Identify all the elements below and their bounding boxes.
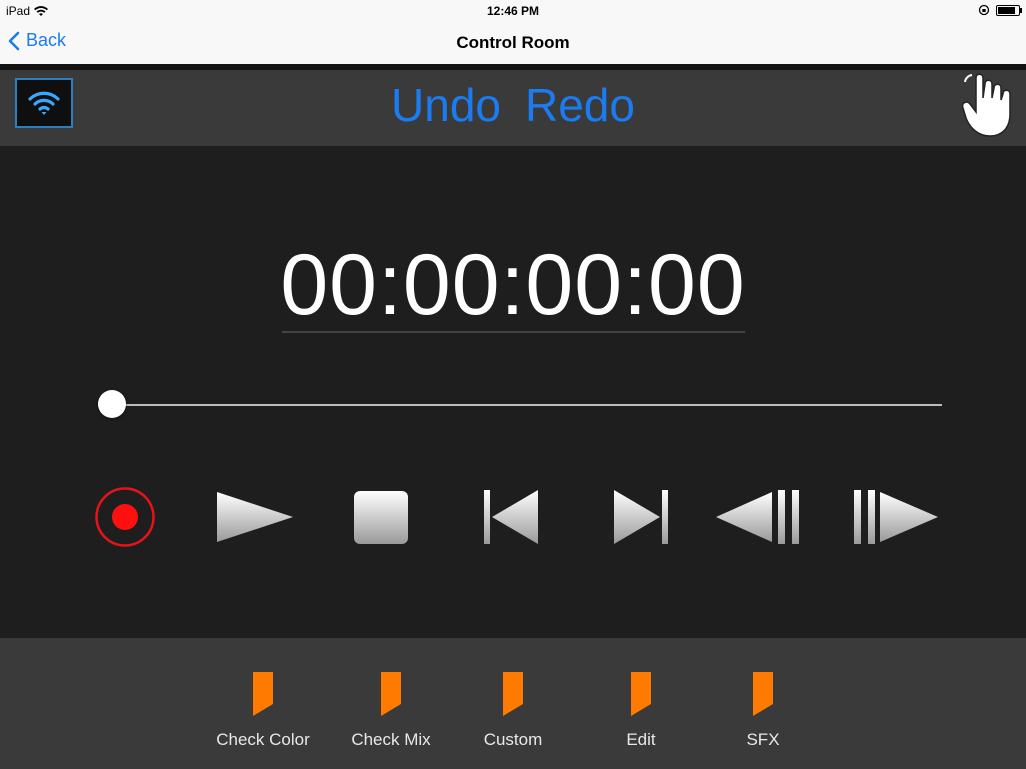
marker-edit[interactable]: Edit bbox=[586, 670, 696, 750]
hand-gesture-icon[interactable] bbox=[962, 72, 1016, 138]
battery-icon bbox=[996, 4, 1022, 16]
marker-check-color[interactable]: Check Color bbox=[208, 670, 318, 750]
skip-to-start-button[interactable] bbox=[482, 486, 540, 548]
marker-label: Check Mix bbox=[351, 730, 431, 749]
orientation-lock-icon bbox=[978, 4, 990, 16]
play-button[interactable] bbox=[214, 486, 296, 548]
marker-label: Custom bbox=[483, 730, 543, 749]
undo-redo-group: Undo Redo bbox=[0, 78, 1026, 132]
marker-flag-icon bbox=[381, 672, 401, 716]
marker-label: Check Color bbox=[216, 730, 310, 749]
redo-button[interactable]: Redo bbox=[525, 79, 635, 131]
record-button[interactable] bbox=[94, 486, 156, 548]
marker-flag-icon bbox=[753, 672, 773, 716]
marker-flag-icon bbox=[253, 672, 273, 716]
marker-custom[interactable]: Custom bbox=[458, 670, 568, 750]
marker-check-mix[interactable]: Check Mix bbox=[336, 670, 446, 750]
page-title: Control Room bbox=[456, 33, 570, 52]
timecode-display: 00:00:00:00 bbox=[280, 237, 746, 333]
status-time: 12:46 PM bbox=[486, 4, 540, 18]
undo-button[interactable]: Undo bbox=[391, 79, 501, 131]
scrubber-track[interactable] bbox=[98, 404, 942, 406]
step-backward-button[interactable] bbox=[714, 486, 804, 548]
scrubber-thumb[interactable] bbox=[98, 390, 126, 418]
timecode-underline bbox=[282, 331, 745, 333]
marker-sfx[interactable]: SFX bbox=[708, 670, 818, 750]
marker-flag-icon bbox=[503, 672, 523, 716]
marker-label: SFX bbox=[746, 730, 780, 749]
navigation-bar: Back Control Room bbox=[0, 22, 1026, 65]
marker-bar: Check Color Check Mix Custom Edit SFX bbox=[0, 638, 1026, 769]
marker-flag-icon bbox=[631, 672, 651, 716]
status-right bbox=[978, 4, 1022, 16]
status-bar: iPad 12:46 PM bbox=[0, 0, 1026, 22]
skip-to-end-button[interactable] bbox=[612, 486, 670, 548]
toolbar: Undo Redo bbox=[0, 70, 1026, 146]
marker-label: Edit bbox=[626, 730, 656, 749]
stop-button[interactable] bbox=[352, 486, 410, 548]
step-forward-button[interactable] bbox=[850, 486, 940, 548]
